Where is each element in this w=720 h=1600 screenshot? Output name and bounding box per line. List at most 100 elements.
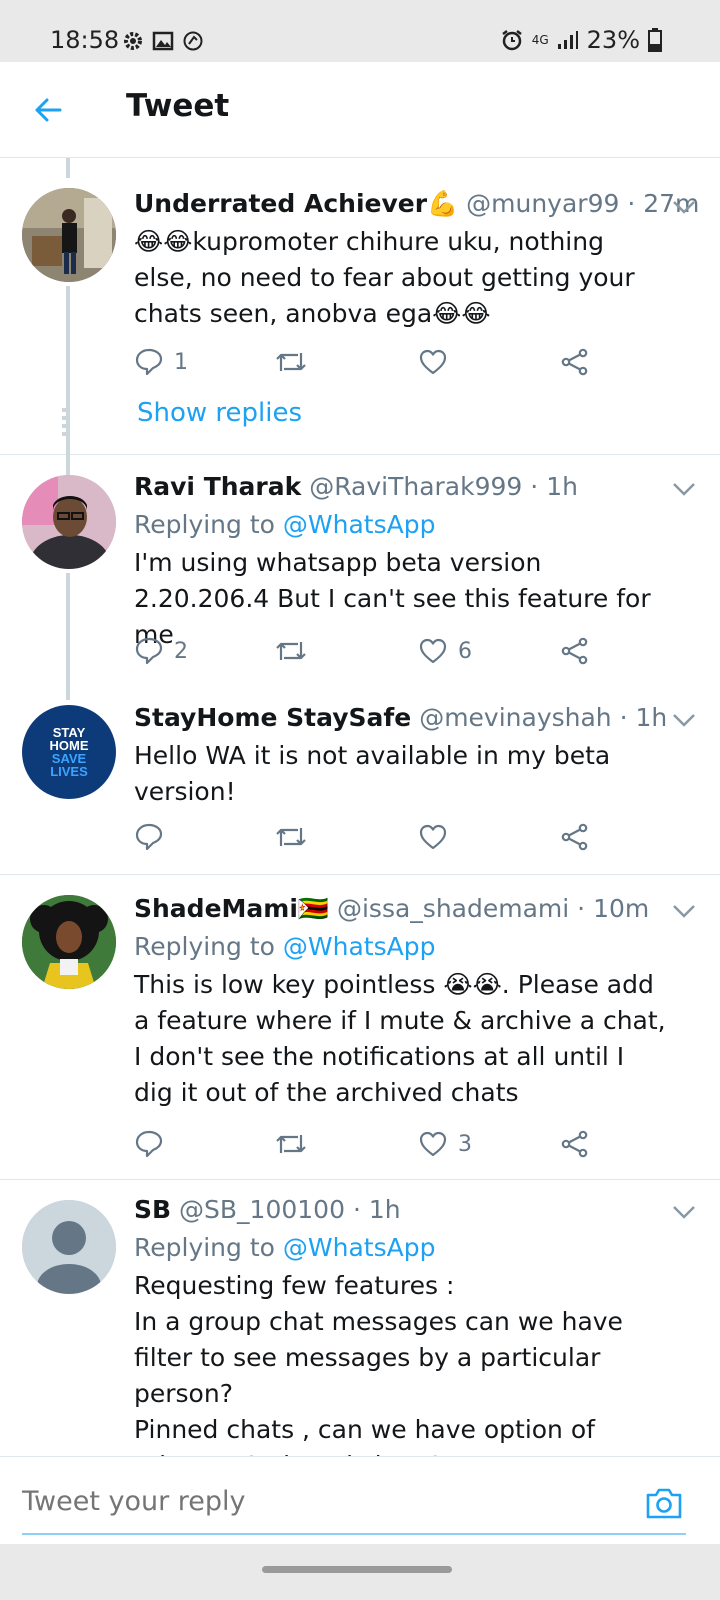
share-icon [561, 1130, 588, 1158]
tweet-1[interactable]: Underrated Achiever💪 @munyar99 · 27m 😂😂k… [0, 158, 720, 508]
dot: · [619, 703, 628, 732]
settings-gear-icon [124, 32, 142, 50]
like-count: 3 [458, 1131, 472, 1157]
tweet-4[interactable]: ShadeMami🇿🇼 @issa_shademami · 10m Replyi… [0, 875, 720, 1180]
replying-to: Replying to @WhatsApp [134, 929, 668, 965]
user-name[interactable]: SB [134, 1195, 171, 1224]
input-underline [22, 1533, 686, 1535]
user-handle[interactable]: @issa_shademami [337, 894, 569, 923]
heart-icon [419, 824, 447, 850]
tweet-actions: 3 [134, 1124, 614, 1164]
chevron-down-icon[interactable] [670, 193, 698, 221]
back-button[interactable] [28, 90, 68, 130]
share-icon [561, 637, 588, 665]
like-button[interactable] [418, 817, 458, 857]
chevron-down-icon[interactable] [670, 706, 698, 734]
replying-to-prefix: Replying to [134, 1233, 283, 1262]
avatar[interactable] [22, 188, 116, 282]
tweet-header: StayHome StaySafe @mevinayshah · 1h [134, 700, 668, 736]
chevron-down-icon[interactable] [670, 897, 698, 925]
tweet-text-line: Pinned chats , can we have option of atl… [134, 1415, 595, 1456]
replying-to-prefix: Replying to [134, 932, 283, 961]
user-name[interactable]: StayHome StaySafe [134, 703, 411, 732]
signal-icon [557, 31, 578, 49]
avatar-text-4: LIVES [50, 764, 88, 779]
share-icon [561, 823, 588, 851]
avatar[interactable] [22, 1200, 116, 1294]
show-replies-link[interactable]: Show replies [137, 398, 302, 428]
heart-icon [419, 638, 447, 664]
reply-button[interactable]: 2 [134, 631, 188, 671]
retweet-icon [276, 353, 306, 371]
reply-button[interactable]: 1 [134, 342, 188, 382]
network-type: 4G [531, 33, 549, 47]
thread-line [66, 573, 70, 700]
reply-icon [135, 823, 163, 851]
user-handle[interactable]: @SB_100100 [179, 1195, 345, 1224]
dot: · [577, 894, 586, 923]
user-handle[interactable]: @munyar99 [466, 189, 619, 218]
chevron-down-icon[interactable] [670, 475, 698, 503]
mention-link[interactable]: @WhatsApp [283, 932, 436, 961]
chevron-down-icon[interactable] [670, 1198, 698, 1226]
thread-dots [62, 408, 66, 436]
home-gesture-handle[interactable] [262, 1566, 452, 1573]
share-icon [561, 348, 588, 376]
tweet-time: 1h [635, 703, 668, 732]
reply-count: 1 [174, 349, 188, 375]
avatar[interactable] [22, 895, 116, 989]
replying-to-prefix: Replying to [134, 510, 283, 539]
share-button[interactable] [560, 1124, 590, 1164]
user-handle[interactable]: @mevinayshah [419, 703, 611, 732]
share-button[interactable] [560, 631, 590, 671]
reply-count: 2 [174, 638, 188, 664]
person-photo-icon [22, 475, 116, 569]
like-button[interactable] [418, 342, 458, 382]
tweet-actions [134, 817, 614, 857]
reply-icon [135, 637, 163, 665]
tweet-2[interactable]: Ravi Tharak @RaviTharak999 · 1h Replying… [0, 455, 720, 700]
tweet-5[interactable]: SB @SB_100100 · 1h Replying to @WhatsApp… [0, 1180, 720, 1456]
retweet-button[interactable] [274, 342, 318, 382]
reply-button[interactable] [134, 817, 174, 857]
retweet-button[interactable] [274, 817, 318, 857]
share-button[interactable] [560, 817, 590, 857]
alarm-icon [501, 30, 522, 51]
tweet-3[interactable]: STAY HOME SAVE LIVES StayHome StaySafe @… [0, 690, 720, 875]
reply-icon [135, 348, 163, 376]
page-title: Tweet [126, 88, 230, 124]
status-icons [122, 30, 204, 52]
battery-percent: 23% [586, 26, 640, 54]
tweet-time: 1h [368, 1195, 401, 1224]
retweet-icon [276, 828, 306, 846]
user-name[interactable]: Underrated Achiever💪 [134, 189, 458, 218]
dot: · [627, 189, 636, 218]
retweet-button[interactable] [274, 1124, 318, 1164]
back-arrow-icon [35, 98, 62, 122]
status-right: 4G 23% [500, 26, 662, 54]
tweet-header: Underrated Achiever💪 @munyar99 · 27m [134, 186, 699, 222]
dot: · [352, 1195, 361, 1224]
replying-to: Replying to @WhatsApp [134, 507, 668, 543]
heart-icon [419, 349, 447, 375]
battery-icon [648, 28, 662, 52]
reply-button[interactable] [134, 1124, 174, 1164]
reply-input[interactable] [22, 1481, 622, 1521]
user-name[interactable]: Ravi Tharak [134, 472, 301, 501]
tweet-actions: 1 [134, 342, 614, 382]
mention-link[interactable]: @WhatsApp [283, 510, 436, 539]
thread-line [66, 158, 70, 178]
user-name[interactable]: ShadeMami🇿🇼 [134, 894, 329, 923]
like-button[interactable]: 6 [418, 631, 472, 671]
reply-composer [0, 1456, 720, 1544]
camera-icon[interactable] [644, 1483, 684, 1523]
avatar[interactable] [22, 475, 116, 569]
share-button[interactable] [560, 342, 590, 382]
mention-link[interactable]: @WhatsApp [283, 1233, 436, 1262]
default-avatar-icon [22, 1200, 116, 1294]
like-button[interactable]: 3 [418, 1124, 472, 1164]
user-handle[interactable]: @RaviTharak999 [309, 472, 522, 501]
status-time: 18:58 [50, 26, 120, 54]
retweet-button[interactable] [274, 631, 318, 671]
avatar[interactable]: STAY HOME SAVE LIVES [22, 705, 116, 799]
